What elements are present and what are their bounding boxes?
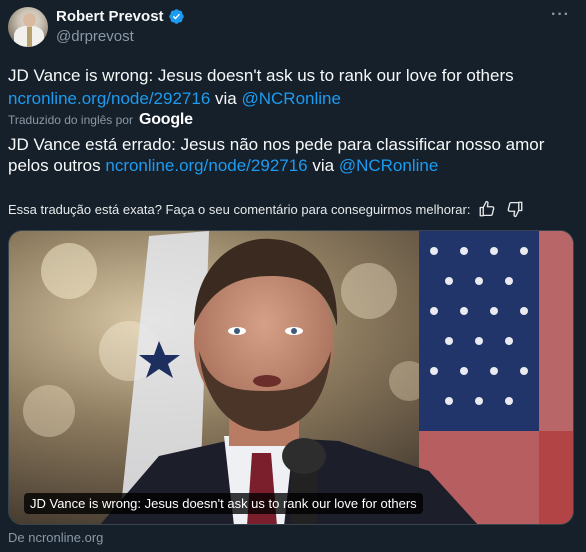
more-options-icon[interactable]: ··· <box>551 6 570 24</box>
portrait-illustration <box>9 231 573 524</box>
translation-mention[interactable]: @NCRonline <box>339 156 438 175</box>
link-card-source[interactable]: De ncronline.org <box>8 530 103 545</box>
translated-by-row: Traduzido do inglês por Google <box>8 111 193 129</box>
author-handle[interactable]: @drprevost <box>56 28 134 45</box>
translation-link[interactable]: ncronline.org/node/292716 <box>105 156 307 175</box>
avatar[interactable] <box>8 7 48 47</box>
avatar-stole <box>27 27 32 47</box>
tweet-body: JD Vance is wrong: Jesus doesn't ask us … <box>8 66 514 85</box>
translated-by-label: Traduzido do inglês por <box>8 113 133 127</box>
thumbs-down-icon[interactable] <box>504 199 526 219</box>
translation-feedback: Essa tradução está exata? Faça o seu com… <box>8 199 578 219</box>
author-display-name[interactable]: Robert Prevost <box>56 8 164 25</box>
thumbs-up-icon[interactable] <box>476 199 498 219</box>
tweet-link[interactable]: ncronline.org/node/292716 <box>8 89 210 108</box>
feedback-question: Essa tradução está exata? Faça o seu com… <box>8 201 471 217</box>
translation-text: JD Vance está errado: Jesus não nos pede… <box>8 134 578 176</box>
link-card-image[interactable]: JD Vance is wrong: Jesus doesn't ask us … <box>8 230 574 525</box>
google-logo: Google <box>138 111 193 128</box>
translation-via: via <box>312 156 335 175</box>
link-card-caption: JD Vance is wrong: Jesus doesn't ask us … <box>24 493 423 514</box>
name-row: Robert Prevost <box>56 8 185 25</box>
tweet-via: via <box>215 89 237 108</box>
verified-badge-icon <box>168 8 185 25</box>
tweet-header: Robert Prevost @drprevost ··· <box>8 6 578 50</box>
tweet-text: JD Vance is wrong: Jesus doesn't ask us … <box>8 64 578 110</box>
avatar-head <box>23 13 36 27</box>
tweet-mention[interactable]: @NCRonline <box>241 89 340 108</box>
